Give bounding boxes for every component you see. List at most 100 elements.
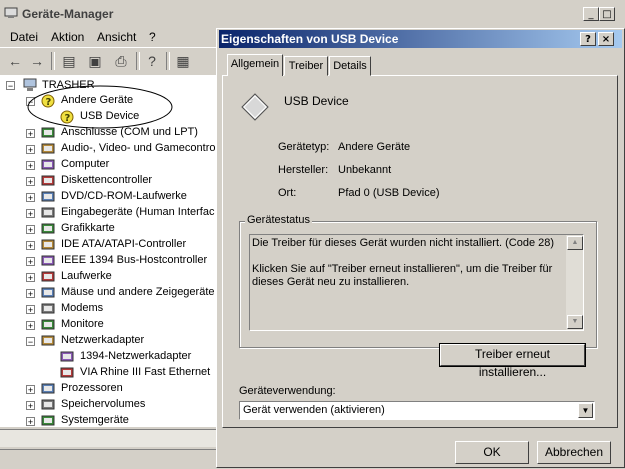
tree-expand-toggle[interactable]: + (26, 193, 35, 203)
network-icon (41, 334, 55, 347)
tree-expand-toggle[interactable]: + (26, 401, 35, 411)
tree-item[interactable]: + Audio-, Video- und Gamecontroll (0, 141, 218, 157)
tree-item-label[interactable]: Modems (61, 302, 103, 314)
tree-item-label[interactable]: IDE ATA/ATAPI-Controller (61, 238, 186, 250)
tab-treiber[interactable]: Treiber (284, 56, 328, 76)
tree-item-label[interactable]: Speichervolumes (61, 398, 145, 410)
tree-expand-toggle[interactable]: + (26, 321, 35, 331)
tree-expand-toggle[interactable]: + (26, 257, 35, 267)
tree-expand-toggle[interactable]: + (26, 209, 35, 219)
tree-expand-toggle[interactable]: + (26, 305, 35, 315)
tree-item-label[interactable]: Computer (61, 158, 109, 170)
tree-expand-toggle[interactable]: + (26, 289, 35, 299)
usage-select[interactable]: Gerät verwenden (aktivieren) (239, 401, 595, 420)
tree-item[interactable]: + Monitore (0, 317, 218, 333)
tree-item-label[interactable]: Eingabegeräte (Human Interfac (61, 206, 214, 218)
tree-expand-toggle[interactable]: + (26, 145, 35, 155)
tree-horizontal-scrollbar[interactable] (0, 429, 218, 447)
device-name: USB Device (284, 94, 349, 108)
tree-item[interactable]: VIA Rhine III Fast Ethernet (0, 365, 218, 381)
tree-item-label[interactable]: Grafikkarte (61, 222, 115, 234)
tree-item-label[interactable]: IEEE 1394 Bus-Hostcontroller (61, 254, 207, 266)
status-text: Die Treiber für dieses Gerät wurden nich… (252, 237, 566, 289)
tree-item[interactable]: + DVD/CD-ROM-Laufwerke (0, 189, 218, 205)
tree-item[interactable]: + Mäuse und andere Zeigegeräte (0, 285, 218, 301)
tree-item[interactable]: + Grafikkarte (0, 221, 218, 237)
menu-help[interactable]: ? (149, 30, 156, 44)
tree-expand-toggle[interactable]: + (26, 417, 35, 427)
tree-item[interactable]: + Eingabegeräte (Human Interfac (0, 205, 218, 221)
tree-item-label[interactable]: VIA Rhine III Fast Ethernet (80, 366, 210, 378)
forward-icon[interactable]: → (27, 52, 47, 70)
tree-item[interactable]: + Modems (0, 301, 218, 317)
tree-item[interactable]: + Speichervolumes (0, 397, 218, 413)
tree-item-label[interactable]: Mäuse und andere Zeigegeräte (61, 286, 215, 298)
field-label-location: Ort: (278, 187, 297, 199)
tree-item[interactable]: − Netzwerkadapter (0, 333, 218, 349)
display-icon (41, 222, 55, 235)
tree-expand-toggle[interactable]: + (26, 385, 35, 395)
tree-item-label[interactable]: DVD/CD-ROM-Laufwerke (61, 190, 187, 202)
tree-item-label[interactable]: Prozessoren (61, 382, 123, 394)
dialog-titlebar[interactable]: Eigenschaften von USB Device (219, 30, 622, 48)
cancel-button[interactable]: Abbrechen (537, 441, 611, 464)
scroll-down-button[interactable]: ▼ (567, 315, 583, 329)
usage-label: Geräteverwendung: (239, 385, 336, 397)
tree-item-label[interactable]: Monitore (61, 318, 104, 330)
drive-icon (41, 270, 55, 283)
usage-select-value: Gerät verwenden (aktivieren) (243, 404, 385, 416)
tab-allgemein[interactable]: Allgemein (227, 54, 283, 76)
menu-datei[interactable]: Datei (10, 30, 38, 44)
tab-details[interactable]: Details (329, 56, 371, 76)
dialog-close-button[interactable]: × (598, 32, 614, 46)
tree-item-label[interactable]: Laufwerke (61, 270, 112, 282)
minimize-button[interactable]: _ (583, 7, 599, 21)
tree-item-label[interactable]: Diskettencontroller (61, 174, 152, 186)
back-icon[interactable]: ← (5, 52, 25, 70)
maximize-button[interactable]: □ (599, 7, 615, 21)
tree-item[interactable]: 1394-Netzwerkadapter (0, 349, 218, 365)
reinstall-driver-button[interactable]: Treiber erneut installieren... (439, 343, 586, 379)
tree-expand-toggle[interactable]: + (26, 273, 35, 283)
tree-expand-toggle[interactable]: + (26, 241, 35, 251)
tree-item[interactable]: + IEEE 1394 Bus-Hostcontroller (0, 253, 218, 269)
tree-item-label[interactable]: Audio-, Video- und Gamecontroll (61, 142, 218, 154)
computer-icon (41, 158, 55, 171)
menu-ansicht[interactable]: Ansicht (97, 30, 136, 44)
volume-icon (41, 398, 55, 411)
main-title-text: Geräte-Manager (22, 7, 114, 21)
chevron-down-icon[interactable]: ▼ (578, 403, 593, 418)
tree-root-expand[interactable]: − (6, 81, 15, 91)
tree-item-label[interactable]: Systemgeräte (61, 414, 129, 426)
tree-item[interactable]: + Prozessoren (0, 381, 218, 397)
status-line-1: Die Treiber für dieses Gerät wurden nich… (252, 237, 555, 249)
menu-aktion[interactable]: Aktion (51, 30, 84, 44)
tree-item[interactable]: + Computer (0, 157, 218, 173)
ok-button[interactable]: OK (455, 441, 529, 464)
field-value-type: Andere Geräte (338, 141, 411, 153)
help-icon[interactable]: ? (142, 52, 162, 70)
tree-expand-toggle[interactable]: − (26, 337, 35, 347)
tree-expand-toggle[interactable]: + (26, 161, 35, 171)
tree-expand-toggle[interactable]: + (26, 129, 35, 139)
dialog-help-button[interactable]: ? (580, 32, 596, 46)
tree-item-label[interactable]: 1394-Netzwerkadapter (80, 350, 191, 362)
tree-item[interactable]: + Diskettencontroller (0, 173, 218, 189)
tree-item[interactable]: + IDE ATA/ATAPI-Controller (0, 237, 218, 253)
tree-expand-toggle[interactable]: + (26, 177, 35, 187)
main-titlebar[interactable]: Geräte-Manager (0, 0, 625, 28)
field-label-manufacturer: Hersteller: (278, 164, 329, 176)
scroll-up-button[interactable]: ▲ (567, 236, 583, 250)
print-icon[interactable]: ⎙ (111, 52, 131, 70)
scan-icon[interactable]: ▦ (173, 52, 193, 70)
hid-icon (41, 206, 55, 219)
computer-icon[interactable]: ▣ (85, 52, 105, 70)
tree-item[interactable]: + Laufwerke (0, 269, 218, 285)
network-card-icon (60, 350, 74, 363)
audio-icon (41, 142, 55, 155)
properties-icon[interactable]: ▤ (59, 52, 79, 70)
tree-item-label[interactable]: Netzwerkadapter (61, 334, 144, 346)
tree-expand-toggle[interactable]: + (26, 225, 35, 235)
tree-item[interactable]: + Systemgeräte (0, 413, 218, 427)
field-value-manufacturer: Unbekannt (338, 164, 392, 176)
